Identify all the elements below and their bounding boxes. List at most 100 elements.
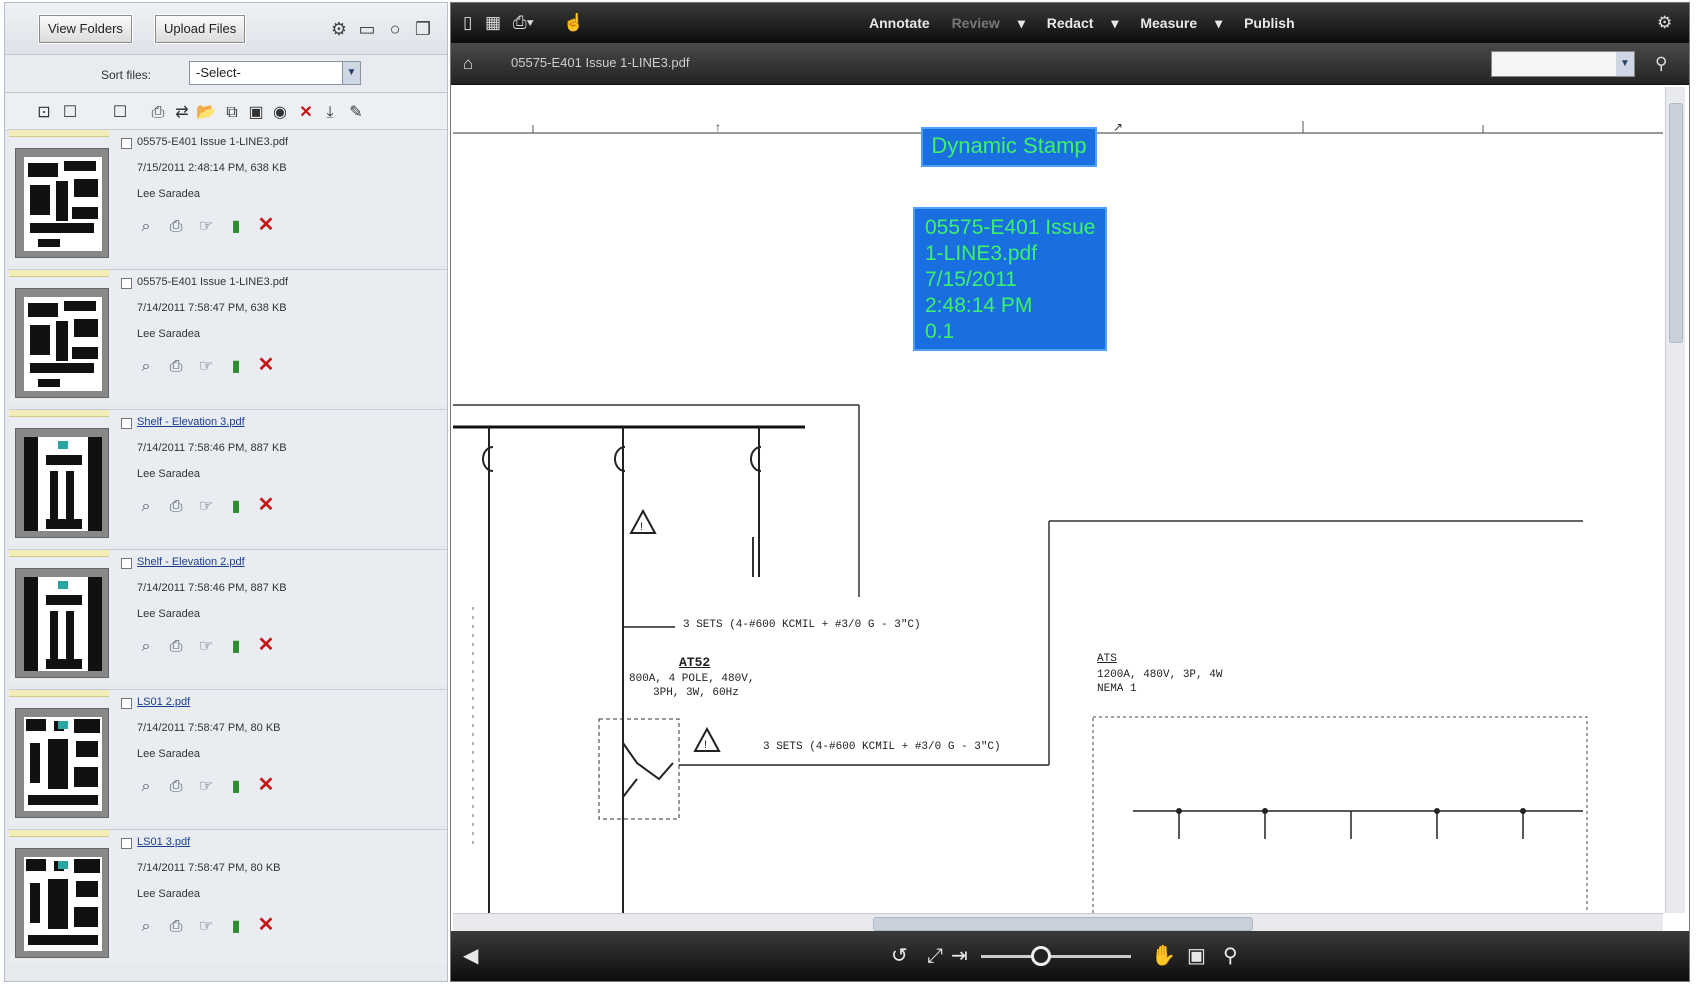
zoom-slider[interactable] (981, 955, 1131, 958)
file-select-checkbox[interactable] (121, 278, 132, 289)
select-all-checkbox[interactable]: ☐ (109, 102, 131, 124)
file-select-checkbox[interactable] (121, 698, 132, 709)
compare-icon[interactable]: ☞ (195, 356, 217, 378)
document-title[interactable]: 05575-E401 Issue 1-LINE3.pdf (511, 55, 690, 70)
view-folders-button[interactable]: View Folders (38, 14, 133, 44)
view-icon[interactable]: ⌕ (135, 496, 157, 518)
file-thumbnail[interactable] (15, 848, 109, 958)
magnifier-window-icon[interactable]: ▣ (1187, 945, 1206, 967)
print-icon[interactable]: ⎙ (165, 356, 187, 378)
pdf-icon[interactable]: ▣ (245, 102, 267, 124)
new-page-icon[interactable]: ▯ (463, 12, 472, 34)
file-thumbnail[interactable] (15, 288, 109, 398)
file-card[interactable]: 05575-E401 Issue 1-LINE3.pdf 7/14/2011 7:… (9, 269, 447, 405)
scroll-thumb[interactable] (873, 917, 1253, 931)
document-canvas[interactable]: ↑ ↗ ! ! 3 SETS (4-#600 KCMIL + #3/0 G - … (453, 87, 1663, 913)
download-icon[interactable]: ▮ (225, 496, 247, 518)
refresh-icon[interactable]: ○ (383, 17, 407, 41)
rotate-icon[interactable]: ↺ (891, 945, 908, 967)
list-view-icon[interactable]: ☐ (59, 102, 81, 124)
file-name[interactable]: 05575-E401 Issue 1-LINE3.pdf (137, 136, 288, 148)
menu-measure[interactable]: Measure (1140, 15, 1197, 31)
print-icon[interactable]: ⎙ (147, 102, 169, 124)
dynamic-stamp-title[interactable]: Dynamic Stamp (921, 127, 1097, 167)
download-icon[interactable]: ▮ (225, 636, 247, 658)
compare-icon[interactable]: ⇄ (171, 102, 193, 124)
zoom-slider-knob[interactable] (1031, 946, 1051, 966)
print-icon[interactable]: ⎙ (165, 776, 187, 798)
merge-icon[interactable]: ⧉ (221, 102, 243, 124)
file-card[interactable]: Shelf - Elevation 2.pdf 7/14/2011 7:58:46… (9, 549, 447, 685)
vertical-scrollbar[interactable] (1665, 87, 1685, 913)
grid-icon[interactable]: ▦ (485, 12, 501, 34)
file-card[interactable]: 05575-E401 Issue 1-LINE3.pdf 7/15/2011 2:… (9, 129, 447, 265)
download-icon[interactable]: ▮ (225, 776, 247, 798)
pan-hand-icon[interactable]: ✋ (1151, 945, 1176, 967)
card-handle[interactable] (9, 410, 109, 417)
file-thumbnail[interactable] (15, 708, 109, 818)
download-icon[interactable]: ▮ (225, 356, 247, 378)
compare-icon[interactable]: ☞ (195, 496, 217, 518)
file-select-checkbox[interactable] (121, 418, 132, 429)
delete-icon[interactable]: ✕ (255, 914, 277, 936)
view-icon[interactable]: ⌕ (135, 776, 157, 798)
gear-icon[interactable]: ⚙ (327, 17, 351, 41)
menu-redact[interactable]: Redact (1047, 15, 1094, 31)
file-select-checkbox[interactable] (121, 138, 132, 149)
upload-files-button[interactable]: Upload Files (153, 14, 247, 44)
print-icon[interactable]: ⎙ (165, 636, 187, 658)
print-icon[interactable]: ⎙ (165, 496, 187, 518)
pointer-icon[interactable]: ☝ (563, 12, 584, 34)
file-thumbnail[interactable] (15, 148, 109, 258)
print-icon[interactable]: ⎙▾ (513, 12, 534, 34)
delete-icon[interactable]: ✕ (255, 634, 277, 656)
compare-icon[interactable]: ☞ (195, 916, 217, 938)
tag-icon[interactable]: ✎ (345, 102, 367, 124)
print-icon[interactable]: ⎙ (165, 916, 187, 938)
menu-review[interactable]: Review (952, 15, 1000, 31)
fit-page-icon[interactable]: ⤢ (927, 945, 943, 967)
menu-annotate[interactable]: Annotate (869, 15, 930, 31)
chevron-down-icon[interactable]: ▼ (1616, 52, 1634, 76)
window-icon[interactable]: ❐ (411, 17, 435, 41)
chevron-down-icon[interactable]: ▼ (342, 62, 360, 84)
card-handle[interactable] (9, 130, 109, 137)
sort-select[interactable]: -Select- ▼ (189, 61, 361, 85)
view-icon[interactable]: ⌕ (135, 916, 157, 938)
file-select-checkbox[interactable] (121, 838, 132, 849)
file-card[interactable]: Shelf - Elevation 3.pdf 7/14/2011 7:58:46… (9, 409, 447, 545)
search-field[interactable]: ▼ (1491, 51, 1635, 77)
thumbnail-view-icon[interactable]: ⊡ (33, 102, 55, 124)
file-thumbnail[interactable] (15, 428, 109, 538)
delete-icon[interactable]: ✕ (295, 102, 317, 124)
file-card[interactable]: LS01 2.pdf 7/14/2011 7:58:47 PM, 80 KB Lee… (9, 689, 447, 825)
print-icon[interactable]: ⎙ (165, 216, 187, 238)
menu-publish[interactable]: Publish (1244, 15, 1295, 31)
compare-icon[interactable]: ☞ (195, 216, 217, 238)
delete-icon[interactable]: ✕ (255, 774, 277, 796)
view-icon[interactable]: ⌕ (135, 356, 157, 378)
horizontal-scrollbar[interactable] (453, 913, 1663, 933)
file-name[interactable]: LS01 3.pdf (137, 836, 190, 848)
settings-icon[interactable]: ⚙ (1657, 12, 1672, 34)
card-handle[interactable] (9, 690, 109, 697)
delete-icon[interactable]: ✕ (255, 354, 277, 376)
panel-toggle-icon[interactable]: ◀ (463, 945, 478, 967)
folder-icon[interactable]: ▭ (355, 17, 379, 41)
delete-icon[interactable]: ✕ (255, 214, 277, 236)
card-handle[interactable] (9, 550, 109, 557)
view-icon[interactable]: ⌕ (135, 636, 157, 658)
file-card[interactable]: LS01 3.pdf 7/14/2011 7:58:47 PM, 80 KB Lee… (9, 829, 447, 965)
file-name[interactable]: LS01 2.pdf (137, 696, 190, 708)
view-icon[interactable]: ⌕ (135, 216, 157, 238)
publish-icon[interactable]: ◉ (269, 102, 291, 124)
file-thumbnail[interactable] (15, 568, 109, 678)
card-handle[interactable] (9, 830, 109, 837)
dynamic-stamp[interactable]: 05575-E401 Issue 1-LINE3.pdf 7/15/2011 2… (913, 207, 1107, 351)
home-icon[interactable]: ⌂ (463, 53, 473, 75)
delete-icon[interactable]: ✕ (255, 494, 277, 516)
zoom-icon[interactable]: ⚲ (1223, 945, 1238, 967)
scroll-thumb[interactable] (1669, 103, 1683, 343)
card-handle[interactable] (9, 270, 109, 277)
open-icon[interactable]: 📂 (195, 102, 217, 124)
